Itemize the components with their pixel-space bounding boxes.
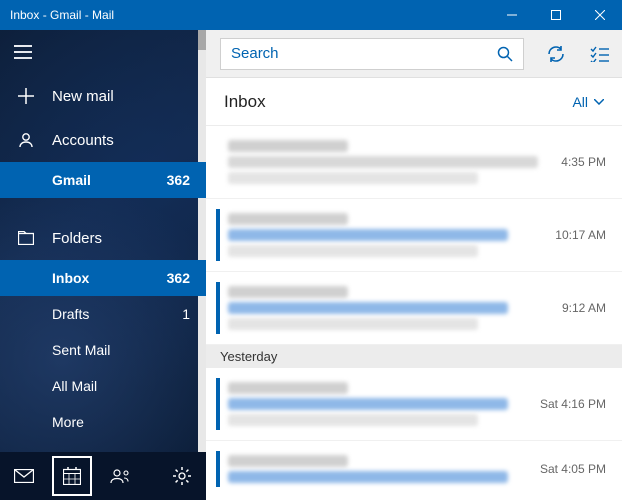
- message-row[interactable]: Sat 4:05 PM: [206, 441, 622, 497]
- mail-icon: [14, 469, 34, 483]
- folder-label: Sent Mail: [52, 342, 110, 358]
- account-count: 362: [167, 172, 190, 188]
- folder-label: Inbox: [52, 270, 89, 286]
- settings-button[interactable]: [158, 452, 206, 500]
- new-mail-label: New mail: [52, 88, 114, 105]
- message-time: 9:12 AM: [562, 301, 606, 315]
- list-header: Inbox All: [206, 78, 622, 126]
- folders-button[interactable]: Folders: [0, 216, 206, 260]
- folder-label: Drafts: [52, 306, 89, 322]
- content-pane: Search Inbox All 4:35 PM 10:17 AM: [206, 30, 622, 500]
- folder-title: Inbox: [224, 92, 266, 112]
- minimize-button[interactable]: [490, 0, 534, 30]
- message-row[interactable]: Sat 4:16 PM: [206, 368, 622, 441]
- new-mail-button[interactable]: New mail: [0, 74, 206, 118]
- search-icon: [497, 46, 513, 62]
- folder-allmail[interactable]: All Mail: [0, 368, 206, 404]
- folders-label: Folders: [52, 230, 102, 247]
- bottom-bar: [0, 452, 206, 500]
- maximize-button[interactable]: [534, 0, 578, 30]
- people-icon: [109, 468, 131, 484]
- account-gmail[interactable]: Gmail 362: [0, 162, 206, 198]
- hamburger-icon: [14, 45, 32, 59]
- mail-app-button[interactable]: [0, 452, 48, 500]
- sidebar: New mail Accounts Gmail 362 Folders Inbo…: [0, 30, 206, 500]
- chevron-down-icon: [594, 99, 604, 105]
- search-row: Search: [206, 30, 622, 78]
- message-time: Sat 4:05 PM: [540, 462, 606, 476]
- search-placeholder: Search: [231, 45, 497, 62]
- folder-more[interactable]: More: [0, 404, 206, 440]
- person-icon: [14, 132, 38, 148]
- message-list[interactable]: 4:35 PM 10:17 AM 9:12 AM Yesterday Sat 4…: [206, 126, 622, 500]
- calendar-app-button[interactable]: [48, 452, 96, 500]
- accounts-button[interactable]: Accounts: [0, 118, 206, 162]
- plus-icon: [14, 88, 38, 104]
- calendar-icon: [63, 467, 81, 485]
- title-bar: Inbox - Gmail - Mail: [0, 0, 622, 30]
- select-icon: [590, 46, 610, 62]
- filter-dropdown[interactable]: All: [572, 94, 604, 110]
- folder-drafts[interactable]: Drafts 1: [0, 296, 206, 332]
- sync-icon: [546, 44, 566, 64]
- close-button[interactable]: [578, 0, 622, 30]
- folder-sent[interactable]: Sent Mail: [0, 332, 206, 368]
- section-yesterday: Yesterday: [206, 345, 622, 368]
- folder-icon: [14, 231, 38, 245]
- people-app-button[interactable]: [96, 452, 144, 500]
- message-time: 4:35 PM: [561, 155, 606, 169]
- hamburger-button[interactable]: [0, 30, 206, 74]
- account-name: Gmail: [52, 172, 91, 188]
- message-row[interactable]: 9:12 AM: [206, 272, 622, 345]
- search-input[interactable]: Search: [220, 38, 524, 70]
- message-row[interactable]: 4:35 PM: [206, 126, 622, 199]
- folder-label: More: [52, 414, 84, 430]
- sync-button[interactable]: [534, 30, 578, 78]
- folder-count: 362: [167, 270, 190, 286]
- folder-label: All Mail: [52, 378, 97, 394]
- message-time: Sat 4:16 PM: [540, 397, 606, 411]
- folder-inbox[interactable]: Inbox 362: [0, 260, 206, 296]
- select-mode-button[interactable]: [578, 30, 622, 78]
- window-title: Inbox - Gmail - Mail: [0, 8, 490, 22]
- accounts-label: Accounts: [52, 132, 114, 149]
- folder-count: 1: [182, 306, 190, 322]
- filter-label: All: [572, 94, 588, 110]
- gear-icon: [173, 467, 191, 485]
- message-time: 10:17 AM: [555, 228, 606, 242]
- message-row[interactable]: 10:17 AM: [206, 199, 622, 272]
